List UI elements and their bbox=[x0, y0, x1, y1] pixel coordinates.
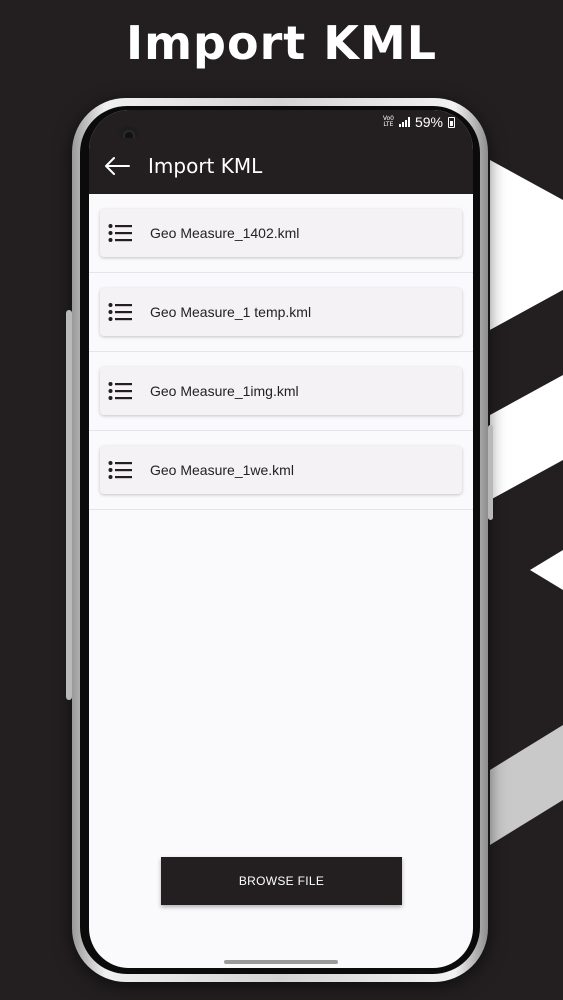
file-item-button[interactable]: Geo Measure_1we.kml bbox=[100, 446, 462, 494]
list-icon bbox=[108, 461, 132, 479]
list-item: Geo Measure_1img.kml bbox=[89, 352, 473, 431]
file-name: Geo Measure_1402.kml bbox=[150, 225, 300, 241]
app-bar: Import KML bbox=[89, 138, 473, 194]
browse-file-button[interactable]: BROWSE FILE bbox=[161, 857, 402, 905]
list-item: Geo Measure_1we.kml bbox=[89, 431, 473, 510]
list-icon bbox=[108, 303, 132, 321]
arrow-left-icon bbox=[105, 157, 130, 175]
list-icon bbox=[108, 224, 132, 242]
battery-icon bbox=[448, 116, 455, 128]
file-item-button[interactable]: Geo Measure_1img.kml bbox=[100, 367, 462, 415]
file-list: Geo Measure_1402.kml Geo Measure_1 temp.… bbox=[89, 194, 473, 510]
back-button[interactable] bbox=[95, 144, 139, 188]
status-bar: Vo0 LTE 59% bbox=[89, 110, 473, 146]
phone-power-button bbox=[488, 425, 493, 520]
file-name: Geo Measure_1img.kml bbox=[150, 383, 299, 399]
list-item: Geo Measure_1402.kml bbox=[89, 194, 473, 273]
network-type: Vo0 LTE bbox=[382, 115, 394, 128]
signal-icon bbox=[398, 117, 410, 127]
home-indicator[interactable] bbox=[224, 960, 338, 964]
file-item-button[interactable]: Geo Measure_1 temp.kml bbox=[100, 288, 462, 336]
phone-screen: Vo0 LTE 59% Import KML Geo Measure_1402.… bbox=[89, 110, 473, 968]
file-name: Geo Measure_1 temp.kml bbox=[150, 304, 312, 320]
list-icon bbox=[108, 382, 132, 400]
list-item: Geo Measure_1 temp.kml bbox=[89, 273, 473, 352]
status-indicators: Vo0 LTE 59% bbox=[383, 114, 455, 130]
battery-percentage: 59% bbox=[414, 114, 443, 130]
promo-title: Import KML bbox=[126, 16, 437, 70]
file-name: Geo Measure_1we.kml bbox=[150, 462, 294, 478]
phone-volume-button bbox=[66, 310, 72, 700]
page-title: Import KML bbox=[148, 154, 263, 178]
file-item-button[interactable]: Geo Measure_1402.kml bbox=[100, 209, 462, 257]
